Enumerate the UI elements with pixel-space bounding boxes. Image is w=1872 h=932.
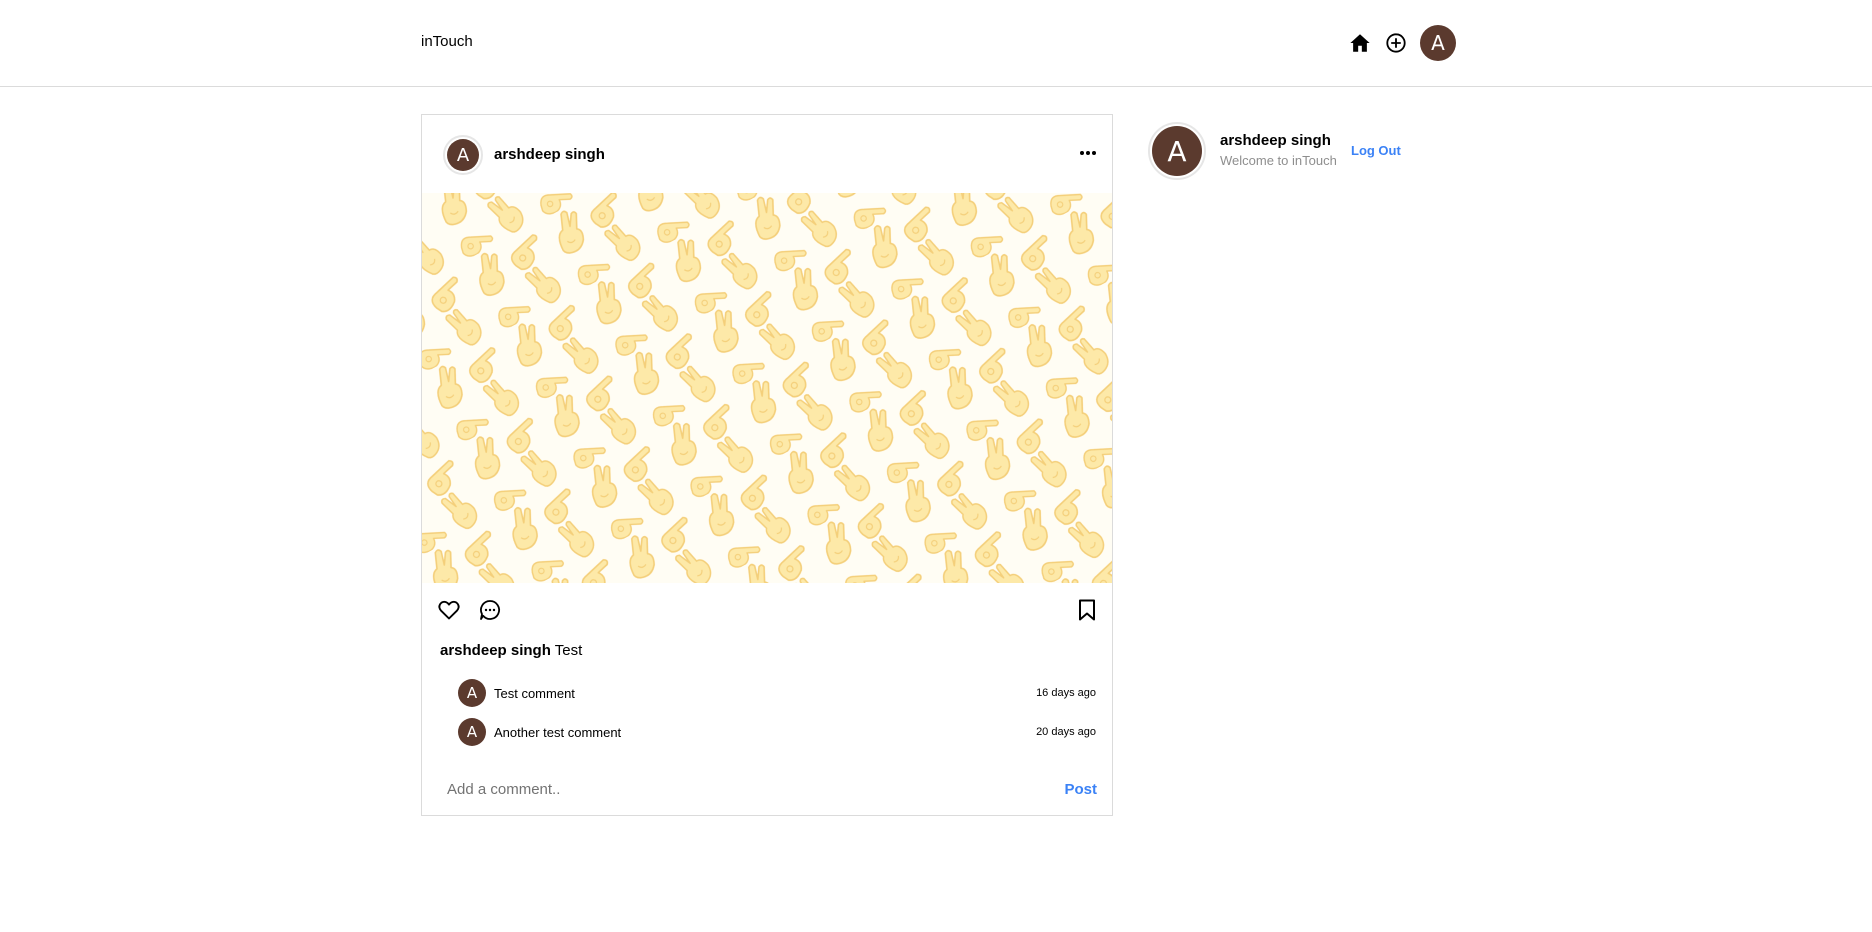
post-card: A arshdeep singh arshdeep singh Test A T… (421, 114, 1113, 816)
post-options-button[interactable] (1076, 145, 1100, 161)
more-horizontal-icon (1080, 151, 1096, 155)
sidebar-username[interactable]: arshdeep singh (1220, 132, 1331, 149)
sidebar-avatar-ring[interactable]: A (1148, 122, 1206, 180)
post-header: A arshdeep singh (422, 115, 1112, 193)
comment-avatar[interactable]: A (458, 718, 486, 746)
home-button[interactable] (1348, 31, 1372, 55)
like-button[interactable] (436, 597, 462, 623)
post-author-avatar-ring[interactable]: A (443, 135, 483, 175)
profile-avatar[interactable]: A (1420, 25, 1456, 61)
brand-logo[interactable]: inTouch (421, 33, 473, 50)
caption-text: Test (554, 642, 583, 659)
post-image[interactable] (422, 193, 1112, 583)
comment-button[interactable] (477, 597, 503, 623)
nav-icons: A (1348, 25, 1456, 61)
post-comment-button[interactable]: Post (1064, 781, 1097, 798)
post-caption: arshdeep singh Test (440, 642, 582, 659)
bookmark-icon (1079, 599, 1095, 621)
top-navbar: inTouch A (0, 0, 1872, 87)
comment-text: Test comment (494, 685, 575, 701)
logout-button[interactable]: Log Out (1351, 143, 1401, 158)
post-author-avatar: A (447, 139, 479, 171)
comment-avatar[interactable]: A (458, 679, 486, 707)
sidebar-avatar: A (1152, 126, 1202, 176)
home-icon (1350, 34, 1370, 52)
create-post-button[interactable] (1384, 31, 1408, 55)
heart-icon (438, 600, 460, 620)
add-comment-form: Post (447, 774, 1097, 804)
caption-username[interactable]: arshdeep singh (440, 642, 551, 659)
save-button[interactable] (1074, 597, 1100, 623)
comment-timestamp: 20 days ago (1036, 726, 1096, 738)
plus-circle-icon (1386, 33, 1406, 53)
comment-row: A Another test comment 20 days ago (458, 718, 1096, 746)
sidebar-user-card: A arshdeep singh Welcome to inTouch Log … (1148, 122, 1448, 182)
sidebar-welcome-text: Welcome to inTouch (1220, 153, 1337, 168)
hand-pattern-image (422, 193, 1112, 583)
post-author-username[interactable]: arshdeep singh (494, 146, 605, 163)
comment-timestamp: 16 days ago (1036, 687, 1096, 699)
speech-bubble-icon (480, 600, 500, 620)
post-actions-bar (422, 583, 1112, 635)
comment-text: Another test comment (494, 724, 622, 740)
add-comment-input[interactable] (447, 780, 1065, 798)
comment-row: A Test comment 16 days ago (458, 679, 1096, 707)
